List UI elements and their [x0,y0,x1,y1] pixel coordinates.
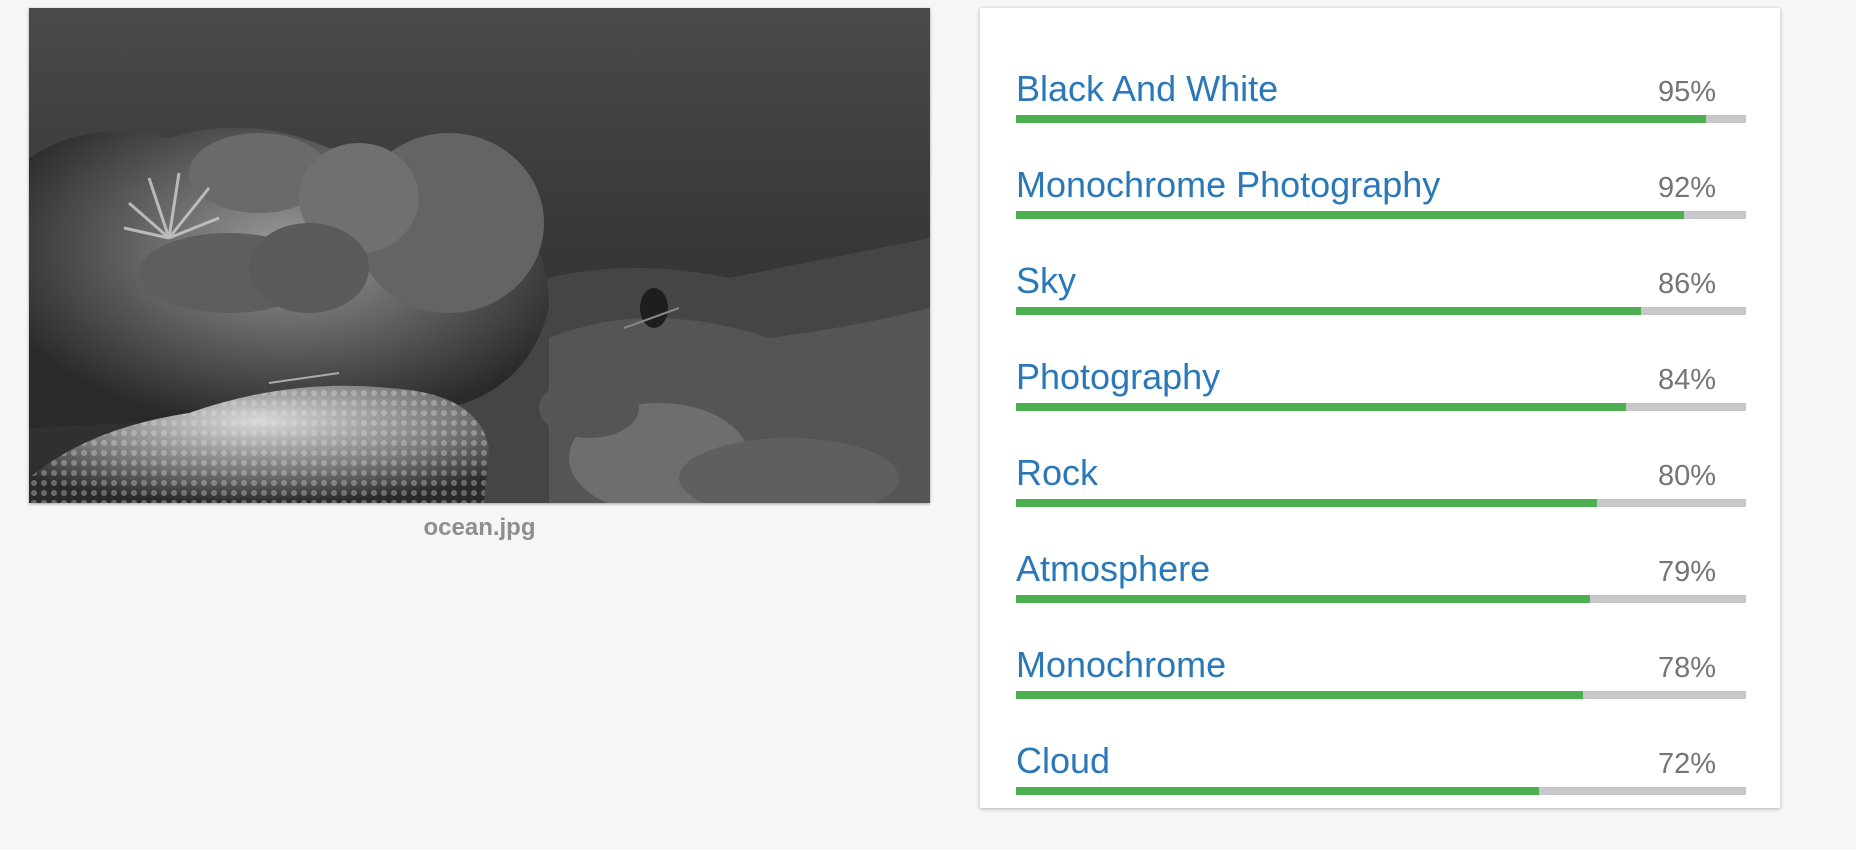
score-bar-track [1016,691,1746,699]
label-row: Monochrome Photography 92% [1016,157,1746,253]
label-name: Rock [1016,452,1099,493]
label-row: Photography 84% [1016,349,1746,445]
uploaded-image [29,8,930,503]
score-bar-track [1016,115,1746,123]
ocean-photo [29,8,930,503]
label-row: Rock 80% [1016,445,1746,541]
score-bar-track [1016,499,1746,507]
score-bar-track [1016,403,1746,411]
label-row: Sky 86% [1016,253,1746,349]
label-name: Sky [1016,260,1077,301]
label-name: Photography [1016,356,1221,397]
label-name: Cloud [1016,740,1111,781]
score-bar-fill [1016,115,1706,123]
label-row: Atmosphere 79% [1016,541,1746,637]
labels-card: Black And White 95% Monochrome Photography… [980,8,1780,808]
label-name: Monochrome [1016,644,1227,685]
score-bar-track [1016,307,1746,315]
label-score: 78% [1657,652,1716,684]
score-bar-fill [1016,307,1641,315]
score-bar-fill [1016,691,1583,699]
label-row: Cloud 72% [1016,733,1746,829]
score-bar-track [1016,595,1746,603]
label-score: 72% [1657,748,1716,780]
score-bar-track [1016,787,1746,795]
label-name: Black And White [1016,68,1279,109]
score-bar-fill [1016,211,1684,219]
label-score: 84% [1657,364,1716,396]
label-score: 80% [1657,460,1716,492]
label-row: Monochrome 78% [1016,637,1746,733]
label-score: 86% [1657,268,1716,300]
label-row: Black And White 95% [1016,61,1746,157]
label-name: Monochrome Photography [1016,164,1441,205]
label-score: 92% [1657,172,1716,204]
label-name: Atmosphere [1016,548,1211,589]
label-score: 79% [1657,556,1716,588]
score-bar-fill [1016,787,1539,795]
score-bar-track [1016,211,1746,219]
score-bar-fill [1016,595,1590,603]
score-bar-fill [1016,499,1597,507]
score-bar-fill [1016,403,1626,411]
image-filename-caption: ocean.jpg [423,514,536,541]
label-score: 95% [1657,76,1716,108]
